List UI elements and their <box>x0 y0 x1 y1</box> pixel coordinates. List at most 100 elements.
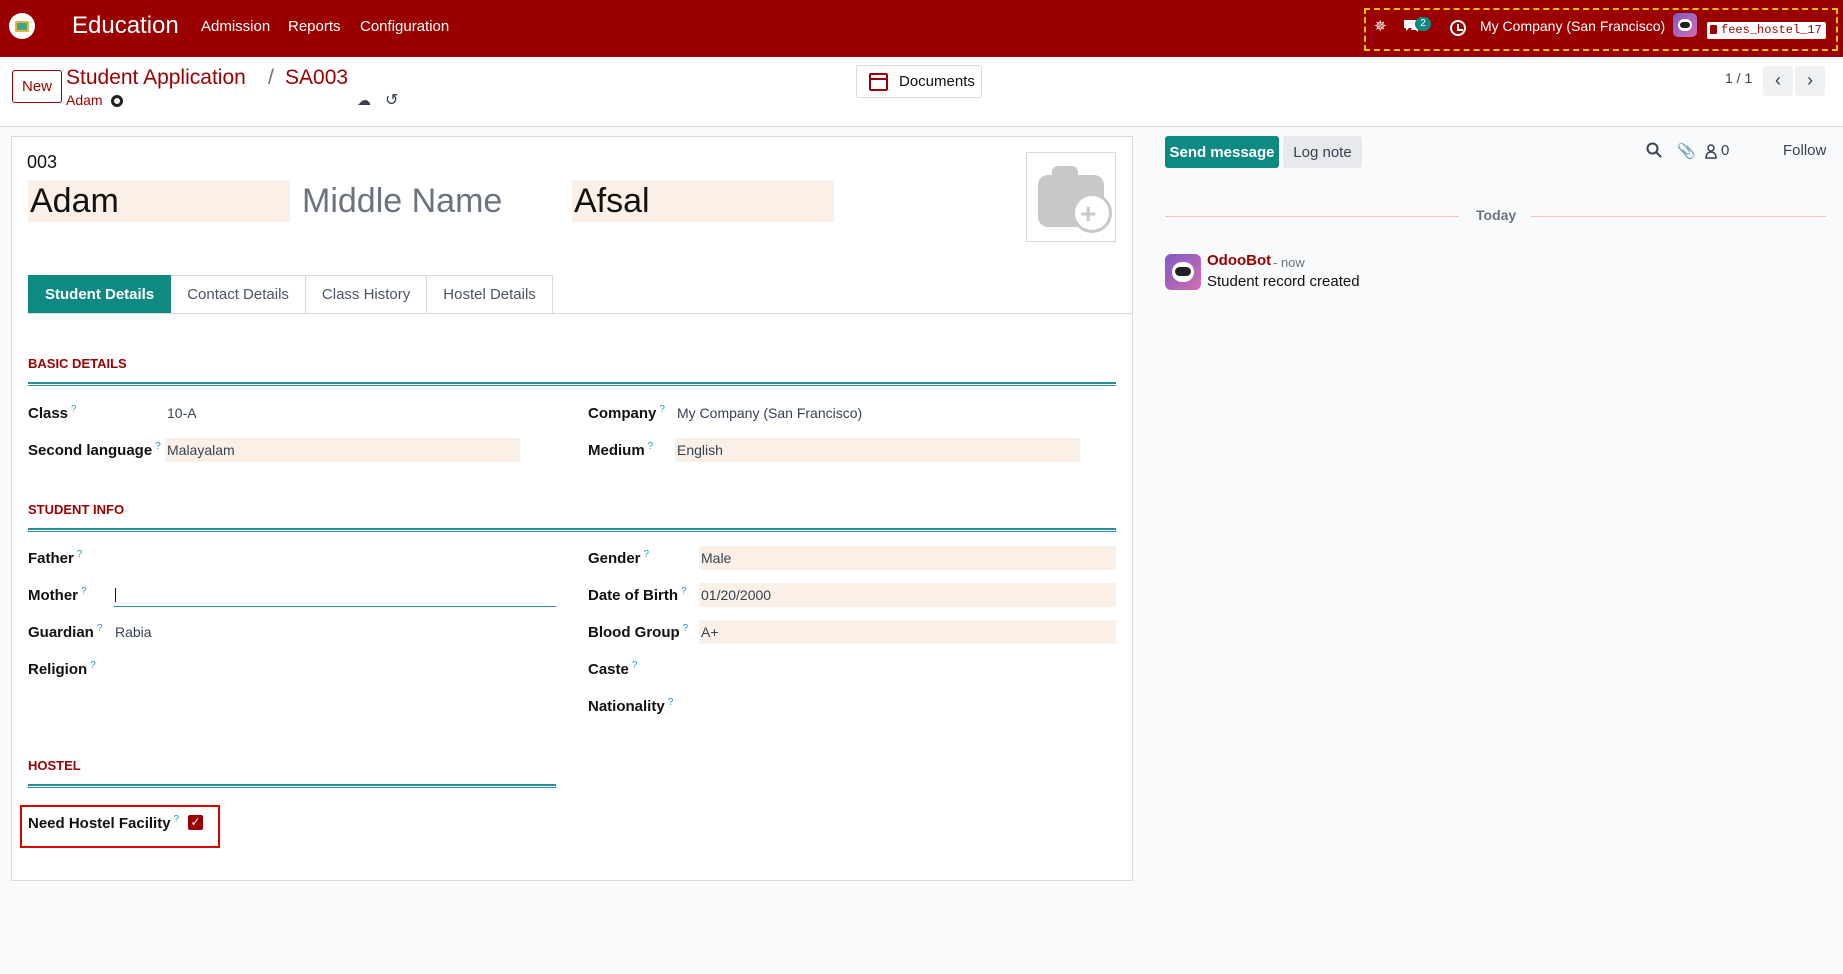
dob-label: Date of Birth? <box>588 586 687 604</box>
help-mark[interactable]: ? <box>668 697 674 708</box>
medium-label: Medium? <box>588 441 654 459</box>
help-mark[interactable]: ? <box>97 623 103 634</box>
discard-undo-icon[interactable]: ↺ <box>385 90 398 110</box>
followers-icon[interactable] <box>1705 144 1717 159</box>
help-mark[interactable]: ? <box>90 660 96 671</box>
caste-label: Caste? <box>588 660 638 678</box>
tabs-divider <box>28 313 1133 314</box>
activity-clock-icon[interactable] <box>1450 20 1466 36</box>
company-value[interactable]: My Company (San Francisco) <box>675 401 862 425</box>
need-hostel-label: Need Hostel Facility? <box>28 814 180 832</box>
blood-group-field[interactable]: A+ <box>699 620 1116 644</box>
record-subtitle: Adam <box>66 92 103 108</box>
help-mark[interactable]: ? <box>683 623 689 634</box>
control-panel: New Student Application / SA003 Adam ☁ ↺… <box>0 57 1843 127</box>
gear-icon[interactable] <box>111 95 123 107</box>
nationality-label: Nationality? <box>588 697 674 715</box>
tab-class-history[interactable]: Class History <box>305 275 428 314</box>
guardian-label: Guardian? <box>28 623 103 641</box>
student-reference: 003 <box>27 152 58 172</box>
pager-next-button[interactable]: › <box>1795 66 1825 96</box>
help-mark[interactable]: ? <box>77 549 83 560</box>
menu-admission[interactable]: Admission <box>201 18 270 35</box>
app-title[interactable]: Education <box>72 12 179 40</box>
company-switcher[interactable]: My Company (San Francisco) <box>1480 18 1665 34</box>
student-photo-upload[interactable]: + <box>1026 152 1116 242</box>
breadcrumb-separator: / <box>268 66 274 89</box>
paperclip-icon[interactable]: 📎 <box>1677 142 1696 160</box>
help-mark[interactable]: ? <box>648 441 654 452</box>
guardian-value[interactable]: Rabia <box>113 620 152 644</box>
help-mark[interactable]: ? <box>174 814 180 825</box>
add-photo-plus-icon: + <box>1080 198 1097 229</box>
section-rule <box>28 382 1116 386</box>
section-basic-details: BASIC DETAILS <box>28 356 127 371</box>
second-language-label: Second language? <box>28 441 161 459</box>
message-author[interactable]: OdooBot <box>1207 252 1271 269</box>
pager-prev-button[interactable]: ‹ <box>1763 66 1793 96</box>
religion-label: Religion? <box>28 660 96 678</box>
breadcrumb-parent[interactable]: Student Application <box>66 66 246 90</box>
gender-field[interactable]: Male <box>699 546 1116 570</box>
followers-count[interactable]: 0 <box>1721 142 1729 159</box>
father-label: Father? <box>28 549 83 567</box>
section-rule <box>28 784 556 788</box>
new-button[interactable]: New <box>12 70 62 103</box>
documents-label: Documents <box>899 73 975 90</box>
save-cloud-icon[interactable]: ☁ <box>357 92 371 109</box>
need-hostel-checkbox[interactable]: ✓ <box>188 815 203 830</box>
log-note-button[interactable]: Log note <box>1283 136 1362 168</box>
date-divider-line <box>1531 216 1826 217</box>
date-divider-line <box>1165 216 1459 217</box>
dob-field[interactable]: 01/20/2000 <box>699 583 1116 607</box>
database-tag: fees_hostel_17 <box>1707 22 1826 39</box>
medium-field[interactable]: English <box>675 438 1080 462</box>
calendar-icon <box>869 73 888 91</box>
odoobot-avatar <box>1165 254 1201 290</box>
debug-bug-icon[interactable]: ✵ <box>1374 17 1387 35</box>
help-mark[interactable]: ? <box>155 441 161 452</box>
blood-group-label: Blood Group? <box>588 623 689 641</box>
form-tabs: Student Details Contact Details Class Hi… <box>28 275 553 314</box>
tab-contact-details[interactable]: Contact Details <box>171 275 306 314</box>
database-name: fees_hostel_17 <box>1721 23 1822 37</box>
home-menu-icon[interactable] <box>9 13 35 39</box>
gender-label: Gender? <box>588 549 650 567</box>
second-language-field[interactable]: Malayalam <box>165 438 520 462</box>
form-sheet <box>11 136 1133 881</box>
section-hostel: HOSTEL <box>28 758 81 773</box>
help-mark[interactable]: ? <box>71 404 77 415</box>
menu-reports[interactable]: Reports <box>288 18 341 35</box>
text-cursor <box>115 588 116 602</box>
help-mark[interactable]: ? <box>681 586 687 597</box>
database-icon <box>1710 25 1717 34</box>
follow-button[interactable]: Follow <box>1783 142 1826 159</box>
help-mark[interactable]: ? <box>659 404 665 415</box>
last-name-field[interactable]: Afsal <box>572 180 834 222</box>
date-divider: Today <box>1476 207 1517 223</box>
first-name-field[interactable]: Adam <box>28 180 290 222</box>
tab-student-details[interactable]: Student Details <box>28 275 172 314</box>
company-label: Company? <box>588 404 665 422</box>
breadcrumb-current: SA003 <box>285 66 349 89</box>
documents-button[interactable]: Documents <box>856 65 982 98</box>
menu-configuration[interactable]: Configuration <box>360 18 449 35</box>
middle-name-field[interactable]: Middle Name <box>300 180 562 222</box>
message-time: - now <box>1273 255 1305 270</box>
search-icon[interactable] <box>1646 142 1662 158</box>
mother-label: Mother? <box>28 586 87 604</box>
messages-badge: 2 <box>1415 17 1431 31</box>
help-mark[interactable]: ? <box>644 549 650 560</box>
help-mark[interactable]: ? <box>632 660 638 671</box>
user-avatar[interactable] <box>1673 13 1697 37</box>
section-student-info: STUDENT INFO <box>28 502 125 517</box>
message-body: Student record created <box>1207 273 1360 290</box>
class-value[interactable]: 10-A <box>165 401 197 425</box>
tab-hostel-details[interactable]: Hostel Details <box>427 275 553 314</box>
mother-input[interactable] <box>114 582 556 607</box>
send-message-button[interactable]: Send message <box>1165 136 1279 168</box>
pager-value[interactable]: 1 / 1 <box>1725 70 1752 86</box>
class-label: Class? <box>28 404 77 422</box>
section-rule <box>28 528 1116 532</box>
help-mark[interactable]: ? <box>81 586 87 597</box>
